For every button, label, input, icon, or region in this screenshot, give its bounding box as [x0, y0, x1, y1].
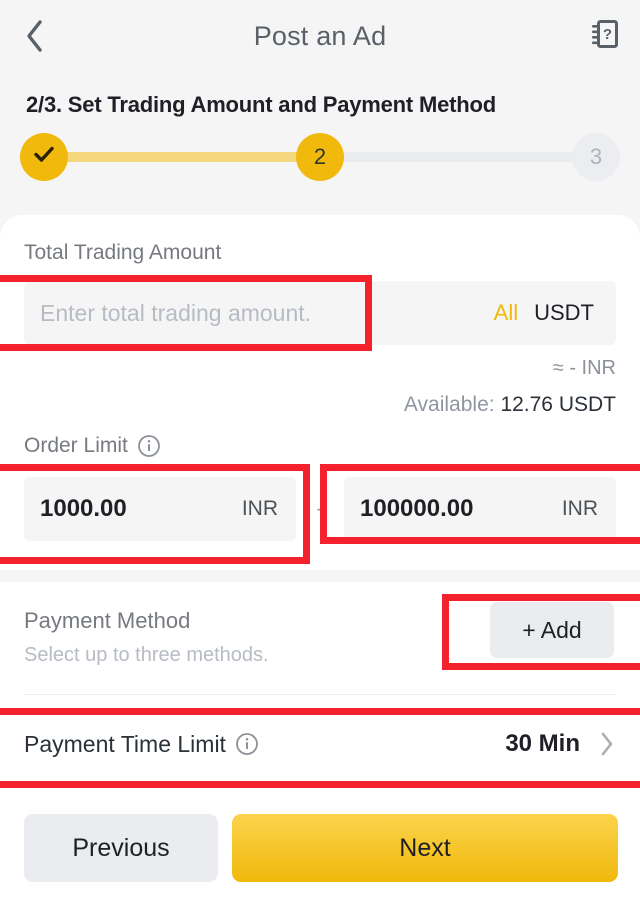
- svg-text:?: ?: [603, 26, 612, 43]
- step-progress: 2 3: [20, 133, 620, 181]
- payment-time-limit-value: 30 Min: [505, 730, 580, 757]
- order-limit-max-currency: INR: [561, 497, 598, 520]
- back-button[interactable]: [0, 0, 70, 72]
- amount-currency-label: USDT: [534, 300, 594, 325]
- step-indicator-2[interactable]: 2: [296, 133, 344, 181]
- available-balance: Available: 12.76 USDT: [404, 393, 616, 417]
- order-limit-separator: -: [316, 497, 324, 520]
- payment-method-label: Payment Method: [24, 608, 191, 633]
- total-trading-amount-input[interactable]: [24, 299, 494, 327]
- step-indicator-3[interactable]: 3: [572, 133, 620, 181]
- chevron-right-icon: [598, 729, 640, 759]
- info-circle-icon[interactable]: [137, 434, 161, 458]
- payment-method-card: Payment Method Select up to three method…: [0, 582, 640, 782]
- app-header: Post an Ad ?: [0, 0, 640, 72]
- step-heading: 2/3. Set Trading Amount and Payment Meth…: [26, 92, 496, 117]
- order-limit-max-input[interactable]: [344, 495, 562, 523]
- payment-divider: [24, 694, 616, 695]
- next-button[interactable]: Next: [232, 814, 618, 882]
- order-limit-label-group: Order Limit: [24, 434, 161, 458]
- step-bar-remaining: [320, 152, 598, 162]
- order-limit-max-field[interactable]: INR: [344, 477, 616, 541]
- chevron-left-icon: [23, 16, 47, 56]
- footer-actions: Previous Next: [0, 782, 640, 906]
- post-ad-screen: Post an Ad ? 2/3. Set Trading Amount and…: [0, 0, 640, 906]
- order-limit-min-currency: INR: [241, 497, 278, 520]
- step-indicator-2-label: 2: [313, 144, 327, 169]
- help-button[interactable]: ?: [570, 0, 640, 72]
- step-section: 2/3. Set Trading Amount and Payment Meth…: [0, 72, 640, 215]
- step-bar-completed: [44, 152, 322, 162]
- payment-time-limit-label-group: Payment Time Limit: [0, 731, 505, 758]
- total-trading-amount-label: Total Trading Amount: [24, 241, 222, 264]
- previous-button[interactable]: Previous: [24, 814, 218, 882]
- all-amount-button[interactable]: All: [494, 300, 534, 326]
- order-limit-min-input[interactable]: [24, 495, 242, 523]
- order-limit-fields: INR - INR: [24, 477, 616, 541]
- info-circle-icon[interactable]: [235, 732, 259, 756]
- page-title: Post an Ad: [253, 20, 387, 51]
- add-payment-method-button[interactable]: + Add: [490, 602, 614, 658]
- step-indicator-1[interactable]: [20, 133, 68, 181]
- step-indicator-3-label: 3: [589, 144, 603, 169]
- check-icon: [31, 141, 57, 173]
- payment-time-limit-row[interactable]: Payment Time Limit 30 Min: [0, 708, 640, 780]
- order-limit-min-field[interactable]: INR: [24, 477, 296, 541]
- trading-amount-card: Total Trading Amount All USDT ≈ - INR Av…: [0, 215, 640, 570]
- available-balance-label: Available:: [403, 393, 495, 416]
- payment-method-hint: Select up to three methods.: [24, 644, 269, 666]
- help-manual-icon: ?: [590, 18, 620, 55]
- approx-fiat-value: ≈ - INR: [552, 357, 616, 379]
- available-balance-value: 12.76 USDT: [500, 393, 616, 416]
- payment-time-limit-label: Payment Time Limit: [24, 730, 226, 757]
- total-trading-amount-field[interactable]: All USDT: [24, 281, 616, 345]
- section-gap: [0, 570, 640, 582]
- order-limit-label: Order Limit: [24, 434, 128, 457]
